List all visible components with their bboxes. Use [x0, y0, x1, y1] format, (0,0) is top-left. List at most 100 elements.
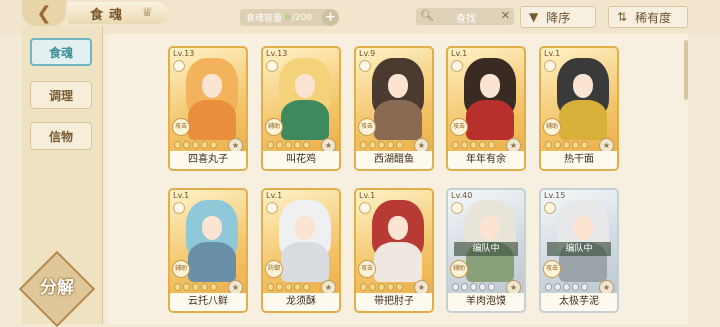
star-icon	[470, 141, 477, 149]
star-rating	[452, 283, 508, 292]
level-label: Lv.1	[451, 49, 468, 58]
sort-rarity-button[interactable]: ⇅ 稀有度	[608, 6, 688, 28]
card-name: 四喜丸子	[170, 151, 246, 169]
star-icon	[174, 141, 181, 149]
food-soul-card[interactable]: Lv.1 攻击 ★ 带把肘子	[354, 188, 434, 313]
star-icon	[285, 283, 292, 291]
level-label: Lv.1	[266, 191, 283, 200]
star-icon	[360, 141, 367, 149]
star-icon	[572, 283, 579, 291]
element-icon	[544, 202, 556, 214]
level-label: Lv.15	[544, 191, 566, 200]
food-soul-card[interactable]: Lv.9 攻击 ★ 西湖醋鱼	[354, 46, 434, 171]
card-name: 年年有余	[448, 151, 524, 169]
star-rating	[360, 283, 416, 292]
food-soul-card[interactable]: Lv.13 辅助 ★ 叫花鸡	[261, 46, 341, 171]
tab-tokens[interactable]: 信物	[30, 122, 92, 150]
star-icon	[545, 141, 552, 149]
star-icon	[192, 283, 199, 291]
star-icon	[183, 141, 190, 149]
food-soul-card[interactable]: Lv.1 攻击 ★ 年年有余	[446, 46, 526, 171]
food-soul-card[interactable]: Lv.1 辅助 ★ 热干面	[539, 46, 619, 171]
card-name: 太极芋泥	[541, 293, 617, 311]
star-icon	[488, 141, 495, 149]
role-badge: 辅助	[172, 260, 190, 278]
star-icon	[174, 283, 181, 291]
star-rating	[545, 141, 601, 150]
star-icon	[294, 141, 301, 149]
clear-search-icon[interactable]: ✕	[501, 9, 510, 22]
role-badge: 攻击	[358, 118, 376, 136]
scrollbar[interactable]	[684, 40, 688, 100]
crown-icon: ♕	[142, 5, 153, 19]
star-icon	[201, 283, 208, 291]
star-rating	[452, 141, 508, 150]
sort-order-label: 降序	[546, 10, 571, 25]
in-team-badge: 编队中	[547, 242, 611, 256]
star-icon	[452, 141, 459, 149]
card-name: 带把肘子	[356, 293, 432, 311]
star-icon	[183, 283, 190, 291]
star-icon	[285, 141, 292, 149]
food-soul-card[interactable]: Lv.1 防御 ★ 龙须酥	[261, 188, 341, 313]
star-icon	[479, 283, 486, 291]
star-icon	[554, 283, 561, 291]
level-label: Lv.40	[451, 191, 473, 200]
tab-conditioning[interactable]: 调理	[30, 81, 92, 109]
food-soul-card[interactable]: Lv.15 攻击 ★ 编队中 太极芋泥	[539, 188, 619, 313]
sort-order-button[interactable]: ▼ 降序	[520, 6, 596, 28]
star-icon	[461, 283, 468, 291]
card-name: 热干面	[541, 151, 617, 169]
card-name: 羊肉泡馍	[448, 293, 524, 311]
star-icon	[276, 283, 283, 291]
star-rating	[267, 283, 323, 292]
element-icon	[173, 202, 185, 214]
star-icon	[276, 141, 283, 149]
role-badge: 防御	[265, 260, 283, 278]
star-rating	[174, 141, 230, 150]
page-title: 食魂	[68, 2, 168, 24]
star-icon	[303, 141, 310, 149]
star-icon	[581, 283, 588, 291]
star-icon	[387, 283, 394, 291]
star-icon	[581, 141, 588, 149]
add-capacity-button[interactable]: +	[322, 9, 339, 26]
food-soul-card[interactable]: Lv.40 辅助 ★ 编队中 羊肉泡馍	[446, 188, 526, 313]
tab-food-souls[interactable]: 食魂	[30, 38, 92, 66]
star-icon	[378, 283, 385, 291]
star-rating	[174, 283, 230, 292]
star-icon	[294, 283, 301, 291]
sidebar: 食魂 调理 信物 分解	[18, 26, 103, 327]
food-soul-card[interactable]: Lv.13 攻击 ★ 四喜丸子	[168, 46, 248, 171]
star-icon	[479, 141, 486, 149]
tab-label: 食魂	[48, 45, 73, 60]
element-icon	[359, 202, 371, 214]
role-badge: 辅助	[265, 118, 283, 136]
role-badge: 攻击	[172, 118, 190, 136]
star-icon	[201, 141, 208, 149]
capacity-max: /200	[291, 12, 312, 23]
star-icon	[396, 141, 403, 149]
tab-label: 信物	[48, 129, 73, 144]
tab-label: 调理	[48, 88, 73, 103]
element-icon	[359, 60, 371, 72]
role-badge: 辅助	[543, 118, 561, 136]
back-button[interactable]: ❮	[22, 0, 66, 26]
food-soul-card[interactable]: Lv.1 辅助 ★ 云托八鲜	[168, 188, 248, 313]
element-icon	[266, 60, 278, 72]
level-label: Lv.13	[266, 49, 288, 58]
search-input[interactable]: 🔍︎ 查找 ✕	[416, 8, 514, 25]
star-rating	[545, 283, 601, 292]
star-icon	[452, 283, 459, 291]
star-icon	[488, 283, 495, 291]
level-label: Lv.1	[544, 49, 561, 58]
search-placeholder: 查找	[456, 14, 476, 25]
back-arrow-icon: ❮	[36, 2, 52, 24]
card-name: 西湖醋鱼	[356, 151, 432, 169]
star-icon	[210, 141, 217, 149]
role-badge: 攻击	[543, 260, 561, 278]
star-icon	[303, 283, 310, 291]
decompose-label[interactable]: 分解	[28, 273, 86, 298]
capacity-current: 6	[285, 12, 291, 23]
role-badge: 攻击	[450, 118, 468, 136]
